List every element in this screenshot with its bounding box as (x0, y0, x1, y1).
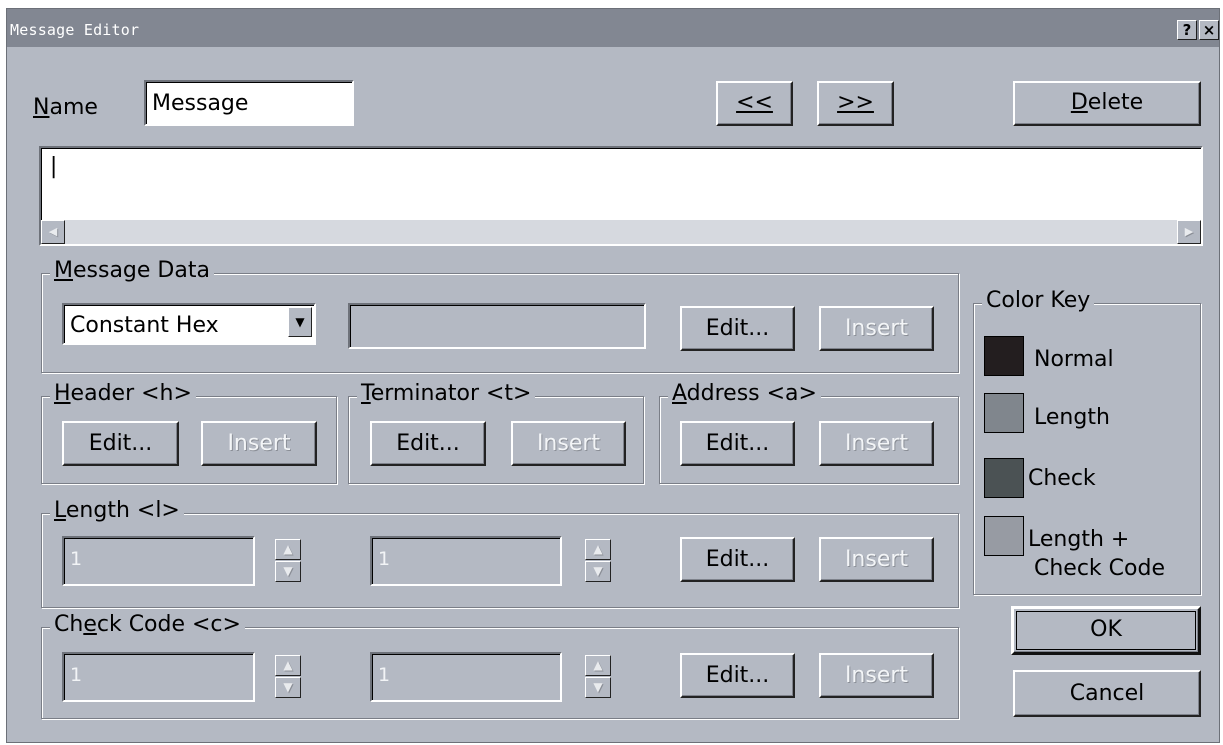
check-code-start-field[interactable]: 1 (62, 652, 255, 702)
previous-button[interactable]: << (716, 81, 793, 126)
check-code-accel: e (83, 612, 97, 637)
spinner-down-icon[interactable]: ▼ (585, 561, 611, 582)
help-button[interactable]: ? (1177, 20, 1197, 40)
spinner-up-icon[interactable]: ▲ (275, 655, 301, 676)
window-title: Message Editor (10, 21, 140, 39)
spinner-down-icon[interactable]: ▼ (275, 561, 301, 582)
length-insert-button[interactable]: Insert (819, 537, 934, 582)
check-code-start-spinner[interactable]: ▲ ▼ (275, 655, 301, 699)
spinner-up-icon[interactable]: ▲ (585, 539, 611, 560)
header-insert-label: Insert (227, 431, 291, 456)
address-insert-button[interactable]: Insert (819, 421, 934, 466)
header-legend: Header <h> (50, 381, 196, 406)
scroll-right-arrow-icon[interactable]: ▶ (1177, 220, 1201, 244)
check-code-insert-button[interactable]: Insert (819, 653, 934, 698)
title-bar: Message Editor ? × (7, 9, 1219, 47)
close-icon: × (1202, 21, 1216, 39)
color-key-legend: Color Key (982, 288, 1095, 313)
delete-label-accel: D (1070, 90, 1088, 115)
message-data-edit-button[interactable]: Edit... (680, 306, 795, 351)
close-button[interactable]: × (1199, 20, 1219, 40)
color-swatch-check (984, 458, 1024, 498)
length-edit-button[interactable]: Edit... (680, 537, 795, 582)
name-input[interactable]: Message (144, 80, 354, 126)
message-text-area[interactable]: | ◀ ▶ (39, 146, 1203, 246)
spinner-up-icon[interactable]: ▲ (585, 655, 611, 676)
check-code-end-spinner[interactable]: ▲ ▼ (585, 655, 611, 699)
terminator-legend: Terminator <t> (357, 381, 536, 406)
delete-button[interactable]: Delete (1013, 81, 1201, 126)
header-accel: H (54, 381, 71, 406)
message-editor-window: Message Editor ? × Name Message << >> De… (6, 8, 1220, 743)
terminator-edit-button[interactable]: Edit... (370, 421, 486, 466)
color-swatch-normal (984, 336, 1024, 376)
chevron-down-icon[interactable]: ▼ (288, 307, 312, 337)
message-data-accel: M (54, 258, 73, 283)
next-button[interactable]: >> (817, 81, 894, 126)
cancel-button[interactable]: Cancel (1013, 670, 1201, 717)
length-start-spinner[interactable]: ▲ ▼ (275, 539, 301, 583)
address-accel: A (672, 381, 687, 406)
name-label-rest: ame (49, 95, 98, 120)
spinner-down-icon[interactable]: ▼ (585, 677, 611, 698)
check-code-legend-b: ck Code <c> (96, 612, 241, 637)
color-key-length-check-label-2: Check Code (1034, 556, 1165, 581)
length-end-field[interactable]: 1 (370, 536, 562, 586)
previous-label: << (736, 90, 773, 115)
scroll-left-arrow-icon[interactable]: ◀ (41, 220, 65, 244)
length-accel: L (54, 498, 66, 523)
terminator-insert-button[interactable]: Insert (511, 421, 626, 466)
next-label: >> (837, 90, 874, 115)
check-code-edit-button[interactable]: Edit... (680, 653, 795, 698)
address-legend-rest: ddress <a> (686, 381, 817, 406)
length-insert-label: Insert (844, 547, 909, 572)
address-legend: Address <a> (668, 381, 821, 406)
name-label-accel: N (33, 95, 50, 120)
check-code-insert-label: Insert (844, 663, 909, 688)
message-data-rest: essage Data (72, 258, 210, 283)
header-insert-button[interactable]: Insert (201, 421, 317, 466)
length-legend-rest: ength <l> (65, 498, 180, 523)
check-code-end-field[interactable]: 1 (370, 652, 562, 702)
message-data-type-value: Constant Hex (70, 313, 219, 338)
terminator-legend-rest: erminator <t> (370, 381, 532, 406)
color-key-normal-label: Normal (1034, 347, 1114, 372)
terminator-accel: T (361, 381, 371, 406)
length-legend: Length <l> (50, 498, 184, 523)
message-data-legend: Message Data (50, 258, 214, 283)
check-code-legend: Check Code <c> (50, 612, 245, 637)
horizontal-scrollbar[interactable]: ◀ ▶ (41, 220, 1201, 244)
length-start-field[interactable]: 1 (62, 536, 255, 586)
color-swatch-length-check (984, 516, 1024, 556)
spinner-up-icon[interactable]: ▲ (275, 539, 301, 560)
address-insert-label: Insert (844, 431, 909, 456)
terminator-insert-label: Insert (536, 431, 601, 456)
length-end-spinner[interactable]: ▲ ▼ (585, 539, 611, 583)
ok-button[interactable]: OK (1011, 606, 1201, 655)
name-label: Name (33, 95, 98, 120)
help-icon: ? (1182, 21, 1192, 39)
message-data-value-field[interactable] (348, 303, 646, 349)
color-key-length-label: Length (1034, 405, 1110, 430)
message-data-insert-label: Insert (844, 316, 909, 341)
header-legend-rest: eader <h> (70, 381, 192, 406)
text-cursor: | (47, 154, 61, 179)
color-key-length-check-label: Length + (1028, 527, 1130, 552)
color-swatch-length (984, 393, 1024, 433)
message-data-insert-button[interactable]: Insert (819, 306, 934, 351)
message-data-type-select[interactable]: Constant Hex ▼ (62, 303, 316, 345)
color-key-check-label: Check (1028, 466, 1096, 491)
spinner-down-icon[interactable]: ▼ (275, 677, 301, 698)
delete-label-rest: elete (1087, 90, 1144, 115)
check-code-legend-a: Ch (54, 612, 84, 637)
address-edit-button[interactable]: Edit... (680, 421, 795, 466)
header-edit-button[interactable]: Edit... (62, 421, 179, 466)
